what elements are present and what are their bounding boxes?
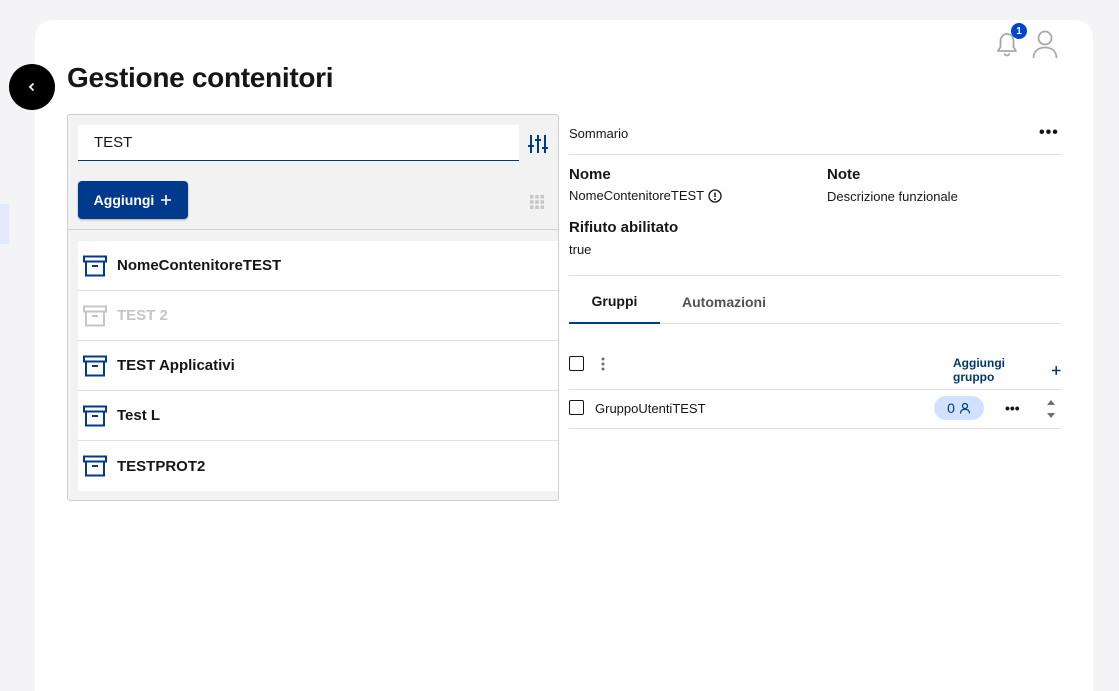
member-count: 0 xyxy=(947,400,955,416)
scroll-arrows-icon[interactable] xyxy=(1045,394,1057,424)
container-label: TEST Applicativi xyxy=(117,357,235,374)
plus-icon xyxy=(161,195,172,205)
filter-settings-icon[interactable] xyxy=(527,133,549,155)
archive-box-icon xyxy=(83,255,107,276)
user-icon xyxy=(959,402,970,414)
drag-grid-icon[interactable] xyxy=(529,194,545,210)
containers-panel: Aggiungi NomeContenitoreTEST TEST 2 TEST A… xyxy=(67,114,559,501)
search-input[interactable] xyxy=(78,125,519,161)
group-row-divider xyxy=(569,428,1061,429)
container-list-item[interactable]: TESTPROT2 xyxy=(78,441,558,491)
container-label: Test L xyxy=(117,407,161,424)
select-all-checkbox[interactable] xyxy=(569,356,584,371)
group-row-checkbox[interactable] xyxy=(569,400,584,415)
group-header-divider xyxy=(569,389,1061,390)
sidebar-active-indicator xyxy=(0,204,9,244)
add-group-button[interactable]: Aggiungi gruppo xyxy=(953,356,1061,384)
tab-automazioni[interactable]: Automazioni xyxy=(675,280,773,324)
panel-divider xyxy=(68,229,558,230)
chevron-left-icon xyxy=(28,82,35,92)
archive-box-icon xyxy=(83,405,107,426)
info-icon[interactable] xyxy=(708,188,722,203)
add-group-label: Aggiungi gruppo xyxy=(953,356,1005,384)
container-label: TEST 2 xyxy=(117,307,168,324)
archive-box-icon xyxy=(83,305,107,326)
group-row-more-button[interactable]: ••• xyxy=(1005,400,1020,416)
note-value: Descrizione funzionale xyxy=(827,189,958,204)
summary-label: Sommario xyxy=(569,126,629,141)
rifiuto-label: Rifiuto abilitato xyxy=(569,219,679,236)
container-list-item[interactable]: NomeContenitoreTEST xyxy=(78,241,558,291)
page-title: Gestione contenitori xyxy=(67,62,334,93)
add-container-button[interactable]: Aggiungi xyxy=(78,181,188,219)
user-icon[interactable] xyxy=(1031,29,1059,59)
collapse-sidebar-button[interactable] xyxy=(9,64,55,110)
tabs-bar: Gruppi Automazioni xyxy=(569,280,1061,324)
container-list-item[interactable]: Test L xyxy=(78,391,558,441)
add-button-label: Aggiungi xyxy=(93,192,155,208)
note-label: Note xyxy=(827,166,861,183)
nome-label: Nome xyxy=(569,166,611,183)
summary-divider xyxy=(569,154,1061,155)
notification-badge: 1 xyxy=(1011,23,1027,39)
summary-more-button[interactable]: ••• xyxy=(1039,124,1059,142)
tab-gruppi[interactable]: Gruppi xyxy=(569,280,660,324)
fields-divider xyxy=(569,275,1061,276)
container-label: NomeContenitoreTEST xyxy=(117,257,282,274)
container-list-item[interactable]: TEST 2 xyxy=(78,291,558,341)
rifiuto-value: true xyxy=(569,242,592,257)
member-count-pill[interactable]: 0 xyxy=(934,396,984,420)
plus-icon xyxy=(1051,365,1061,375)
group-name: GruppoUtentiTEST xyxy=(595,401,706,416)
archive-box-icon xyxy=(83,455,107,477)
container-list-item[interactable]: TEST Applicativi xyxy=(78,341,558,391)
container-label: TESTPROT2 xyxy=(117,457,206,475)
archive-box-icon xyxy=(83,355,107,376)
containers-list: NomeContenitoreTEST TEST 2 TEST Applicativ… xyxy=(78,241,558,491)
nome-value-text: NomeContenitoreTEST xyxy=(569,188,705,203)
kebab-menu-icon[interactable] xyxy=(599,356,607,372)
nome-value: NomeContenitoreTEST xyxy=(569,188,722,203)
